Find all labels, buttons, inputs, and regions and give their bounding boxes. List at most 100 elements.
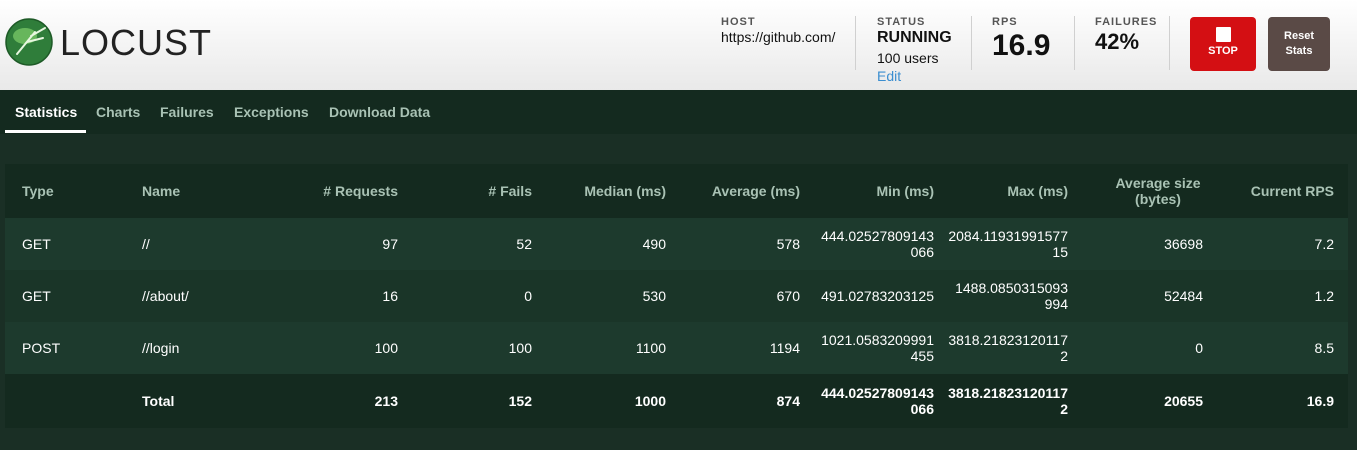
cell-min: 491.02783203125	[814, 270, 948, 322]
column-header[interactable]: Median (ms)	[546, 164, 680, 218]
cell-avg-size: 36698	[1082, 218, 1217, 270]
tab-exceptions[interactable]: Exceptions	[234, 90, 309, 134]
cell-avg-size: 0	[1082, 322, 1217, 374]
reset-stats-button[interactable]: Reset Stats	[1268, 17, 1330, 71]
rps-stat: RPS 16.9	[992, 16, 1050, 63]
cell-avg-size: 52484	[1082, 270, 1217, 322]
cell-min: 444.02527809143066	[814, 374, 948, 428]
cell-min-text: 444.02527809143066	[821, 385, 934, 417]
table-row: GET // 97 52 490 578 444.02527809143066 …	[5, 218, 1348, 270]
cell-max: 3818.218231201172	[948, 322, 1082, 374]
column-header[interactable]: Max (ms)	[948, 164, 1082, 218]
cell-fails: 100	[412, 322, 546, 374]
tab-download-data[interactable]: Download Data	[329, 90, 430, 134]
cell-requests: 213	[261, 374, 412, 428]
reset-label-line2: Stats	[1285, 45, 1313, 57]
cell-type: POST	[5, 322, 133, 374]
tab-bar: Statistics Charts Failures Exceptions Do…	[0, 90, 1357, 134]
cell-avg-size: 20655	[1082, 374, 1217, 428]
table-header-row: Type Name # Requests # Fails Median (ms)…	[5, 164, 1348, 218]
cell-requests: 16	[261, 270, 412, 322]
status-value: RUNNING	[877, 29, 952, 46]
host-value: https://github.com/	[721, 29, 836, 45]
cell-median: 530	[546, 270, 680, 322]
cell-requests: 100	[261, 322, 412, 374]
cell-fails: 0	[412, 270, 546, 322]
table-row: POST //login 100 100 1100 1194 1021.0583…	[5, 322, 1348, 374]
column-header-text: Average size (bytes)	[1115, 175, 1201, 207]
stop-icon	[1215, 27, 1231, 42]
cell-max: 1488.0850315093994	[948, 270, 1082, 322]
column-header[interactable]: Type	[5, 164, 133, 218]
tab-statistics[interactable]: Statistics	[15, 90, 77, 134]
tab-failures[interactable]: Failures	[160, 90, 214, 134]
brand-name: LOCUST	[60, 22, 213, 63]
cell-average: 874	[680, 374, 814, 428]
host-label: HOST	[721, 16, 756, 28]
cell-fails: 152	[412, 374, 546, 428]
failures-value: 42%	[1095, 29, 1140, 54]
column-header[interactable]: Min (ms)	[814, 164, 948, 218]
cell-current-rps: 1.2	[1217, 270, 1348, 322]
cell-min-text: 1021.0583209991455	[821, 332, 934, 364]
cell-type	[5, 374, 133, 428]
column-header[interactable]: # Fails	[412, 164, 546, 218]
locust-logo-icon	[5, 18, 53, 66]
column-header[interactable]: # Requests	[261, 164, 412, 218]
cell-requests: 97	[261, 218, 412, 270]
cell-median: 490	[546, 218, 680, 270]
cell-name: //about/	[133, 270, 261, 322]
cell-max: 2084.1193199157715	[948, 218, 1082, 270]
divider	[855, 16, 856, 70]
column-header[interactable]: Current RPS	[1217, 164, 1348, 218]
active-tab-indicator	[5, 130, 86, 133]
total-row: Total 213 152 1000 874 444.0252780914306…	[5, 374, 1348, 428]
cell-max: 3818.218231201172	[948, 374, 1082, 428]
cell-current-rps: 8.5	[1217, 322, 1348, 374]
cell-min-text: 444.02527809143066	[821, 228, 934, 260]
stop-label: STOP	[1208, 45, 1238, 57]
cell-min: 1021.0583209991455	[814, 322, 948, 374]
table-row: GET //about/ 16 0 530 670 491.0278320312…	[5, 270, 1348, 322]
cell-current-rps: 7.2	[1217, 218, 1348, 270]
cell-name: //login	[133, 322, 261, 374]
statistics-table-container: Type Name # Requests # Fails Median (ms)…	[5, 164, 1348, 428]
user-count: 100 users	[877, 50, 939, 66]
column-header[interactable]: Average (ms)	[680, 164, 814, 218]
divider	[1169, 16, 1170, 70]
divider	[1074, 16, 1075, 70]
column-header[interactable]: Name	[133, 164, 261, 218]
divider	[971, 16, 972, 70]
status-label: STATUS	[877, 16, 926, 28]
cell-max-text: 1488.0850315093994	[955, 280, 1068, 312]
cell-max-text: 2084.1193199157715	[948, 228, 1068, 260]
cell-max-text: 3818.218231201172	[948, 332, 1068, 364]
cell-average: 1194	[680, 322, 814, 374]
tab-charts[interactable]: Charts	[96, 90, 140, 134]
edit-link[interactable]: Edit	[877, 68, 952, 84]
cell-name: //	[133, 218, 261, 270]
host-stat: HOST https://github.com/	[721, 16, 835, 45]
cell-current-rps: 16.9	[1217, 374, 1348, 428]
stop-button[interactable]: STOP	[1190, 17, 1256, 71]
cell-max-text: 3818.218231201172	[948, 385, 1068, 417]
cell-average: 578	[680, 218, 814, 270]
top-header: LOCUST HOST https://github.com/ STATUS R…	[0, 0, 1357, 90]
cell-min-text: 491.02783203125	[821, 288, 934, 304]
reset-label-line1: Reset	[1284, 30, 1314, 42]
rps-value: 16.9	[992, 29, 1051, 62]
cell-median: 1100	[546, 322, 680, 374]
cell-median: 1000	[546, 374, 680, 428]
status-stat: STATUS RUNNING 100 users Edit	[877, 16, 952, 84]
cell-min: 444.02527809143066	[814, 218, 948, 270]
column-header[interactable]: Average size (bytes)	[1082, 164, 1217, 218]
statistics-table: Type Name # Requests # Fails Median (ms)…	[5, 164, 1348, 428]
cell-average: 670	[680, 270, 814, 322]
cell-name: Total	[133, 374, 261, 428]
failures-stat: FAILURES 42%	[1095, 16, 1157, 55]
failures-label: FAILURES	[1095, 16, 1158, 28]
cell-type: GET	[5, 270, 133, 322]
rps-label: RPS	[992, 16, 1018, 28]
cell-fails: 52	[412, 218, 546, 270]
cell-type: GET	[5, 218, 133, 270]
